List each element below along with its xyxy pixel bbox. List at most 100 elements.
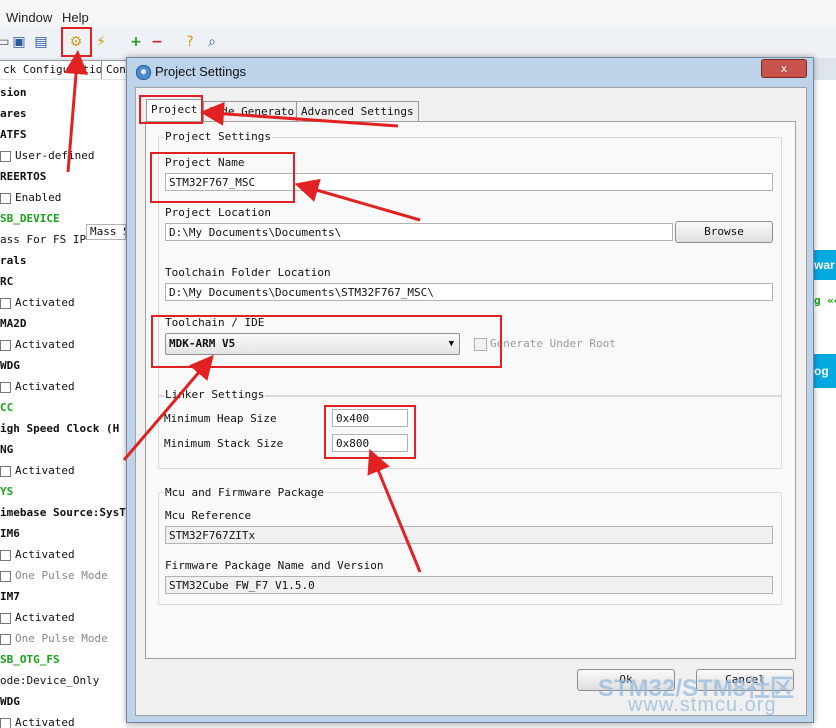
project-location-input[interactable]: D:\My Documents\Documents\ bbox=[165, 223, 673, 241]
tree-row-label: ass For FS IP bbox=[0, 233, 87, 246]
tree-row[interactable]: One Pulse Mode bbox=[0, 631, 108, 647]
tree-checkbox[interactable] bbox=[0, 339, 11, 351]
tree-row[interactable]: rals bbox=[0, 253, 27, 269]
generate-code-icon[interactable]: ⚙ bbox=[67, 33, 85, 51]
save-icon[interactable]: ▣ bbox=[10, 33, 28, 51]
toolchain-ide-label: Toolchain / IDE bbox=[165, 316, 265, 329]
tree-row-label: REERTOS bbox=[0, 170, 47, 183]
stack-size-input[interactable]: 0x800 bbox=[332, 434, 408, 452]
tree-row[interactable]: Activated bbox=[0, 379, 75, 395]
tree-row[interactable]: ATFS bbox=[0, 127, 27, 143]
tree-row-label: igh Speed Clock (H bbox=[0, 422, 120, 435]
tab-advanced-settings[interactable]: Advanced Settings bbox=[296, 101, 419, 122]
right-link[interactable]: g «← bbox=[814, 294, 836, 307]
tree-checkbox[interactable] bbox=[0, 612, 11, 624]
tree-row[interactable]: ares bbox=[0, 106, 27, 122]
tree-row[interactable]: IM7 bbox=[0, 589, 20, 605]
gear-tools-icon[interactable]: ⚡ bbox=[92, 33, 110, 51]
tree-row[interactable]: ode:Device_Only bbox=[0, 673, 99, 689]
mass-storage-field[interactable]: Mass S bbox=[86, 224, 126, 240]
tree-checkbox[interactable] bbox=[0, 633, 11, 645]
tree-checkbox[interactable] bbox=[0, 570, 11, 582]
tree-row-label: SB_OTG_FS bbox=[0, 653, 60, 666]
tree-row[interactable]: imebase Source:SysT bbox=[0, 505, 126, 521]
tree-row[interactable]: SB_DEVICE bbox=[0, 211, 60, 227]
right-panel bbox=[812, 80, 836, 728]
close-button[interactable]: x bbox=[761, 59, 807, 78]
tree-checkbox[interactable] bbox=[0, 717, 11, 728]
tree-row-label: One Pulse Mode bbox=[15, 632, 108, 645]
tree-row[interactable]: YS bbox=[0, 484, 13, 500]
tree-row[interactable]: IM6 bbox=[0, 526, 20, 542]
tree-row-label: NG bbox=[0, 443, 14, 456]
tree-row-label: SB_DEVICE bbox=[0, 212, 60, 225]
tree-row[interactable]: Activated bbox=[0, 715, 75, 728]
tree-row-label: Enabled bbox=[15, 191, 62, 204]
tree-row-label: WDG bbox=[0, 695, 20, 708]
project-tab-panel: Project Settings Project Name STM32F767_… bbox=[145, 121, 796, 659]
heap-size-input[interactable]: 0x400 bbox=[332, 409, 408, 427]
mcu-reference-label: Mcu Reference bbox=[165, 509, 252, 522]
tree-row-label: CC bbox=[0, 401, 14, 414]
browse-button[interactable]: Browse bbox=[675, 221, 773, 243]
project-name-input[interactable]: STM32F767_MSC bbox=[165, 173, 773, 191]
menu-help[interactable]: Help bbox=[62, 10, 89, 25]
tree-row-label: Activated bbox=[15, 380, 75, 393]
mcu-firmware-legend: Mcu and Firmware Package bbox=[164, 486, 325, 499]
tree-row-label: Activated bbox=[15, 296, 75, 309]
tab-project[interactable]: Project bbox=[146, 99, 203, 122]
toolchain-ide-select[interactable]: MDK-ARM V5 ▼ bbox=[165, 333, 460, 355]
tree-checkbox[interactable] bbox=[0, 381, 11, 393]
generate-under-root-label: Generate Under Root bbox=[490, 337, 616, 350]
tree-row-label: YS bbox=[0, 485, 14, 498]
tree-row[interactable]: CC bbox=[0, 400, 13, 416]
tree-row[interactable]: Activated bbox=[0, 610, 75, 626]
tab-clock-configuration[interactable]: ck Configuration bbox=[0, 60, 104, 79]
tree-row-label: WDG bbox=[0, 359, 20, 372]
tree-checkbox[interactable] bbox=[0, 192, 11, 204]
tree-row[interactable]: Activated bbox=[0, 295, 75, 311]
tree-row[interactable]: User-defined bbox=[0, 148, 94, 164]
help-icon[interactable]: ? bbox=[181, 33, 199, 51]
tree-row[interactable]: sion bbox=[0, 85, 27, 101]
tree-row[interactable]: ass For FS IP bbox=[0, 232, 86, 248]
tree-row-label: ATFS bbox=[0, 128, 27, 141]
menu-bar: Window Help bbox=[0, 0, 836, 28]
tree-row[interactable]: SB_OTG_FS bbox=[0, 652, 60, 668]
add-icon[interactable]: + bbox=[127, 33, 145, 51]
toolchain-ide-value: MDK-ARM V5 bbox=[169, 337, 236, 350]
save-all-icon[interactable]: ▤ bbox=[32, 33, 50, 51]
tree-row[interactable]: WDG bbox=[0, 358, 20, 374]
menu-window[interactable]: Window bbox=[6, 10, 52, 25]
tree-row-label: Activated bbox=[15, 464, 75, 477]
tree-row[interactable]: REERTOS bbox=[0, 169, 46, 185]
tree-row-label: sion bbox=[0, 86, 27, 99]
tree-row[interactable]: Activated bbox=[0, 547, 75, 563]
tree-checkbox[interactable] bbox=[0, 465, 11, 477]
tree-row[interactable]: igh Speed Clock (H bbox=[0, 421, 119, 437]
tab-code-generator[interactable]: Code Generator bbox=[203, 101, 306, 122]
firmware-package-field: STM32Cube FW_F7 V1.5.0 bbox=[165, 576, 773, 594]
tree-checkbox[interactable] bbox=[0, 297, 11, 309]
tree-row-label: imebase Source:SysT bbox=[0, 506, 126, 519]
remove-icon[interactable]: − bbox=[148, 33, 166, 51]
tree-checkbox[interactable] bbox=[0, 150, 11, 162]
right-log-button[interactable]: og bbox=[812, 354, 836, 388]
linker-settings-group bbox=[158, 395, 782, 469]
tree-row[interactable]: RC bbox=[0, 274, 13, 290]
dialog-title: Project Settings bbox=[155, 64, 247, 79]
tree-row[interactable]: One Pulse Mode bbox=[0, 568, 108, 584]
tree-checkbox[interactable] bbox=[0, 549, 11, 561]
right-action-button[interactable]: war bbox=[812, 250, 836, 280]
tree-row[interactable]: WDG bbox=[0, 694, 20, 710]
generate-under-root-checkbox[interactable] bbox=[474, 338, 487, 351]
toolchain-folder-label: Toolchain Folder Location bbox=[165, 266, 331, 279]
toolchain-folder-input[interactable]: D:\My Documents\Documents\STM32F767_MSC\ bbox=[165, 283, 773, 301]
tree-row[interactable]: Activated bbox=[0, 337, 75, 353]
tree-row-label: User-defined bbox=[15, 149, 95, 162]
tree-row[interactable]: Enabled bbox=[0, 190, 61, 206]
tree-row[interactable]: NG bbox=[0, 442, 13, 458]
search-icon[interactable]: ⌕ bbox=[203, 33, 221, 51]
tree-row[interactable]: Activated bbox=[0, 463, 75, 479]
tree-row[interactable]: MA2D bbox=[0, 316, 27, 332]
